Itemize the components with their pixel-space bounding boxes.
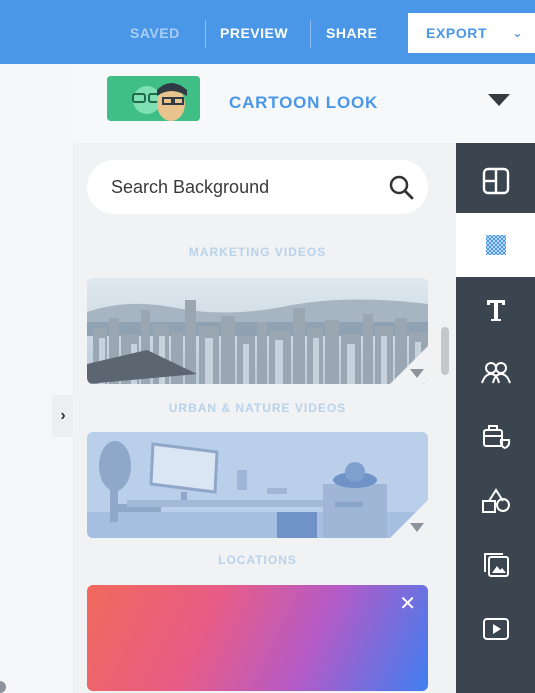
canvas-edge (0, 64, 73, 693)
style-title: CARTOON LOOK (229, 93, 379, 112)
top-bar: SAVED PREVIEW SHARE EXPORT ⌄ (0, 0, 535, 64)
card-corner (390, 500, 428, 538)
layout-icon (482, 167, 509, 195)
scrollbar-thumb[interactable] (441, 327, 449, 375)
style-selector[interactable]: CARTOON LOOK (73, 64, 535, 143)
chevron-down-icon[interactable] (410, 523, 424, 532)
video-icon (482, 618, 509, 640)
background-pattern-icon (485, 235, 506, 255)
tool-text[interactable] (456, 277, 535, 341)
card-corner (390, 346, 428, 384)
search-input[interactable] (111, 160, 371, 214)
tool-shapes[interactable] (456, 469, 535, 533)
background-panel: MARKETING VIDEOS (73, 143, 456, 693)
search-bar (87, 160, 428, 214)
city-skyline-image (87, 278, 428, 384)
caret-down-icon[interactable] (488, 94, 510, 106)
divider (205, 20, 206, 48)
section-title: URBAN & NATURE VIDEOS (168, 401, 347, 415)
chevron-right-icon: › (60, 407, 66, 424)
tool-video[interactable] (456, 597, 535, 661)
chevron-down-icon[interactable] (410, 369, 424, 378)
style-thumbnail (107, 76, 200, 121)
search-icon[interactable] (387, 173, 415, 201)
props-icon (482, 425, 510, 450)
export-button[interactable]: EXPORT ⌄ (408, 13, 535, 53)
office-scene-image (87, 432, 428, 538)
chevron-down-icon[interactable]: ⌄ (512, 13, 523, 53)
export-label: EXPORT (426, 25, 488, 41)
share-button[interactable]: SHARE (326, 0, 378, 64)
media-icon (483, 553, 509, 577)
tool-characters[interactable] (456, 341, 535, 405)
tool-sidebar (456, 143, 535, 693)
preview-button[interactable]: PREVIEW (220, 0, 288, 64)
background-card[interactable] (87, 432, 428, 538)
tool-media[interactable] (456, 533, 535, 597)
text-icon (486, 300, 505, 321)
tool-props[interactable] (456, 405, 535, 469)
expand-panel-button[interactable]: › (52, 395, 74, 437)
tool-background[interactable] (456, 213, 535, 277)
characters-icon (480, 362, 511, 384)
section-title: LOCATIONS (218, 553, 297, 567)
tool-layout[interactable] (456, 149, 535, 213)
close-icon[interactable]: ✕ (399, 591, 416, 616)
shapes-icon (481, 488, 510, 513)
gradient-background-card[interactable]: ✕ (87, 585, 428, 691)
section-title: MARKETING VIDEOS (188, 245, 327, 259)
divider (310, 20, 311, 48)
saved-status: SAVED (130, 25, 180, 41)
background-card[interactable] (87, 278, 428, 384)
